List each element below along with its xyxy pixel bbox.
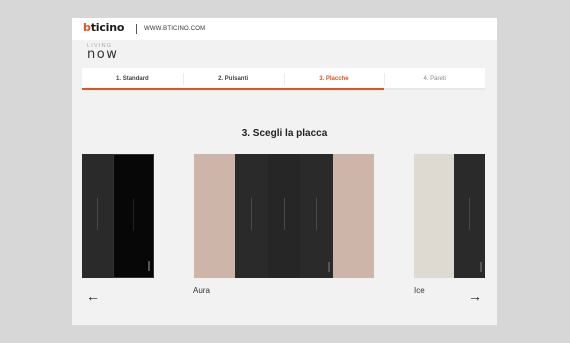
plate-frame-right bbox=[333, 154, 374, 278]
plate-module bbox=[82, 154, 113, 278]
plate-module bbox=[235, 154, 268, 278]
site-url-link[interactable]: WWW.BTICINO.COM bbox=[144, 26, 205, 32]
plate-frame-left bbox=[414, 154, 454, 278]
tab-progress-line bbox=[182, 88, 284, 90]
module-slot bbox=[316, 198, 317, 230]
module-slot bbox=[97, 198, 98, 230]
living-now-brand: LIVING now bbox=[87, 43, 147, 67]
plate-module bbox=[268, 154, 300, 278]
tab-standard[interactable]: 1. Standard bbox=[82, 68, 183, 90]
tab-progress-line bbox=[283, 88, 385, 90]
logo-prefix: b bbox=[83, 21, 91, 34]
logo-rest: ticino bbox=[90, 21, 125, 34]
tab-label: 2. Pulsanti bbox=[218, 76, 249, 82]
plate-module bbox=[113, 154, 154, 278]
plate-label-aura: Aura bbox=[193, 286, 210, 295]
plate-frame-left bbox=[194, 154, 235, 278]
bticino-logo[interactable]: bticino bbox=[83, 21, 124, 34]
step-tabs: 1. Standard 2. Pulsanti 3. Placche 4. Pa… bbox=[82, 68, 485, 90]
plate-module bbox=[454, 154, 485, 278]
plate-module bbox=[300, 154, 333, 278]
module-slot bbox=[283, 198, 285, 230]
tab-progress-line bbox=[82, 88, 183, 90]
page-title: 3. Scegli la placca bbox=[241, 128, 328, 139]
brand-line2: now bbox=[87, 47, 119, 62]
tab-pareti[interactable]: 4. Pareti bbox=[384, 68, 485, 90]
module-slot bbox=[251, 198, 252, 230]
plate-option-ice[interactable] bbox=[414, 154, 485, 278]
arrow-left-icon[interactable]: ← bbox=[86, 289, 100, 303]
module-notch bbox=[328, 262, 330, 272]
plate-option-aura[interactable] bbox=[194, 154, 374, 278]
module-slot bbox=[133, 199, 134, 231]
module-notch bbox=[480, 262, 482, 272]
plate-option-dark[interactable] bbox=[82, 154, 154, 278]
arrow-right-icon[interactable]: → bbox=[468, 289, 482, 303]
module-slot bbox=[469, 198, 470, 230]
tab-label: 4. Pareti bbox=[423, 76, 446, 82]
tab-label: 1. Standard bbox=[116, 76, 149, 82]
tab-pulsanti[interactable]: 2. Pulsanti bbox=[182, 68, 284, 90]
tab-placche[interactable]: 3. Placche bbox=[283, 68, 385, 90]
tab-label: 3. Placche bbox=[319, 76, 349, 82]
header-divider bbox=[136, 24, 137, 34]
top-bar: bticino WWW.BTICINO.COM bbox=[72, 18, 497, 40]
tab-progress-line bbox=[384, 88, 485, 90]
app-frame: bticino WWW.BTICINO.COM LIVING now 1. St… bbox=[72, 18, 497, 325]
plate-label-ice: Ice bbox=[414, 286, 425, 295]
module-notch bbox=[148, 261, 150, 271]
